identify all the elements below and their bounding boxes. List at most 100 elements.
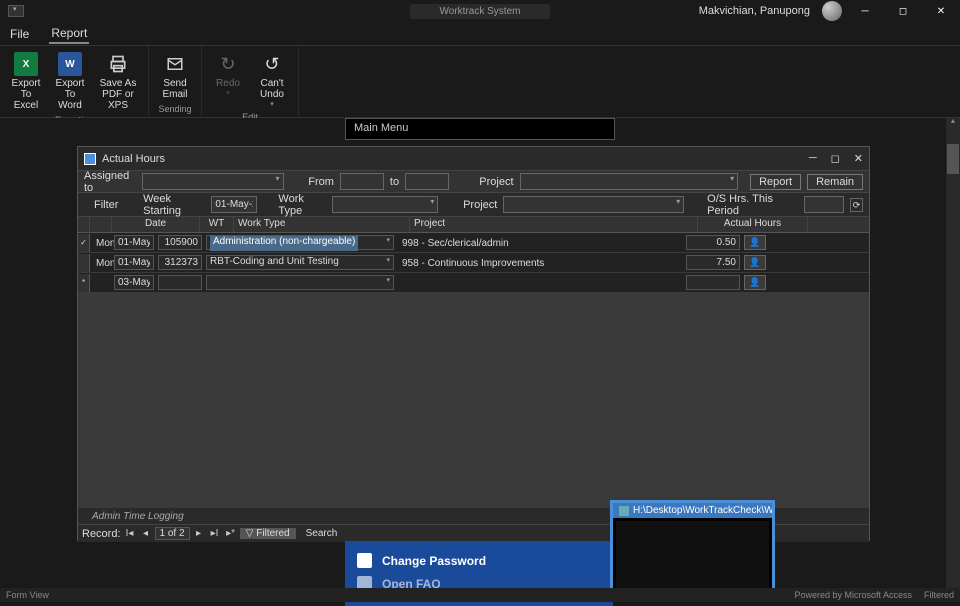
work-type-filter-combo[interactable] — [332, 196, 439, 213]
row-action-button[interactable]: 👤 — [744, 255, 766, 270]
assigned-to-label: Assigned to — [84, 170, 136, 194]
nav-prev-button[interactable]: ◂ — [139, 528, 153, 539]
nav-new-button[interactable]: ▸* — [224, 528, 238, 539]
redo-button: ↻ Redo ▾ — [208, 50, 248, 110]
send-email-button[interactable]: Send Email — [155, 50, 195, 102]
qat-customize[interactable] — [8, 5, 24, 17]
project-filter-label: Project — [463, 199, 497, 211]
from-label: From — [308, 176, 334, 188]
undo-icon: ↺ — [260, 52, 284, 76]
date-cell[interactable] — [114, 235, 154, 250]
col-date[interactable]: Date — [112, 217, 200, 232]
status-filtered: Filtered — [924, 590, 954, 600]
ribbon: X Export To Excel W Export To Word Save … — [0, 46, 960, 118]
week-starting-input[interactable] — [211, 196, 257, 213]
project-combo[interactable] — [520, 173, 739, 190]
username-label: Makvichian, Panupong — [699, 5, 810, 17]
assigned-to-combo[interactable] — [142, 173, 283, 190]
row-action-button[interactable]: 👤 — [744, 275, 766, 290]
menu-report[interactable]: Report — [49, 24, 89, 44]
app-icon — [619, 506, 629, 516]
grid-row[interactable]: ✓ Mon Administration (non-chargeable) 99… — [78, 233, 869, 253]
change-password-button[interactable]: Change Password — [357, 549, 601, 572]
checkbox-icon — [357, 553, 372, 568]
sub-close-button[interactable]: ✕ — [854, 152, 863, 165]
work-type-cell[interactable] — [206, 275, 394, 290]
hours-cell[interactable] — [686, 275, 740, 290]
close-button[interactable]: ✕ — [926, 1, 956, 21]
col-wt[interactable]: WT — [200, 217, 234, 232]
row-indicator — [78, 254, 90, 272]
workspace-scrollbar[interactable]: ▲ — [946, 118, 960, 602]
project-label: Project — [479, 176, 513, 188]
date-cell[interactable] — [114, 255, 154, 270]
avatar[interactable] — [822, 1, 842, 21]
to-label: to — [390, 176, 399, 188]
status-powered-by: Powered by Microsoft Access — [794, 590, 912, 600]
sub-minimize-button[interactable]: ─ — [809, 152, 817, 165]
minimize-button[interactable]: ─ — [850, 1, 880, 21]
from-input[interactable] — [340, 173, 384, 190]
maximize-button[interactable]: ◻ — [888, 1, 918, 21]
taskbar-preview[interactable]: H:\Desktop\WorkTrackCheck\W... — [610, 500, 775, 602]
nav-next-button[interactable]: ▸ — [192, 528, 206, 539]
refresh-icon[interactable]: ⟳ — [850, 198, 863, 212]
nav-position[interactable]: 1 of 2 — [155, 527, 190, 540]
grid-row-new[interactable]: * 👤 — [78, 273, 869, 293]
mail-icon — [163, 52, 187, 76]
remain-button[interactable]: Remain — [807, 174, 863, 190]
grid-row[interactable]: Mon RBT-Coding and Unit Testing 958 - Co… — [78, 253, 869, 273]
statusbar: Form View Powered by Microsoft Access Fi… — [0, 588, 960, 602]
os-hrs-input[interactable] — [804, 196, 844, 213]
grid-body: ✓ Mon Administration (non-chargeable) 99… — [78, 233, 869, 293]
hours-cell[interactable] — [686, 255, 740, 270]
menu-file[interactable]: File — [8, 25, 31, 43]
col-actual-hours[interactable]: Actual Hours — [698, 217, 808, 232]
report-button[interactable]: Report — [750, 174, 801, 190]
ribbon-group-sending: Sending — [158, 104, 191, 114]
hours-cell[interactable] — [686, 235, 740, 250]
app-title: Worktrack System — [410, 4, 551, 19]
undo-button[interactable]: ↺ Can't Undo ▾ — [252, 50, 292, 110]
wt-cell[interactable] — [158, 235, 202, 250]
nav-first-button[interactable]: I◂ — [123, 528, 137, 539]
row-indicator: * — [78, 274, 90, 292]
wt-cell[interactable] — [158, 275, 202, 290]
wt-cell[interactable] — [158, 255, 202, 270]
mdi-tab-main-menu[interactable]: Main Menu — [345, 118, 615, 140]
to-input[interactable] — [405, 173, 449, 190]
word-icon: W — [58, 52, 82, 76]
actual-hours-window: Actual Hours ─ ◻ ✕ Assigned to From to P… — [77, 146, 870, 541]
project-cell: 998 - Sec/clerical/admin — [398, 238, 513, 249]
menubar: File Report — [0, 22, 960, 46]
project-cell: 958 - Continuous Improvements — [398, 258, 548, 269]
work-type-cell[interactable]: Administration (non-chargeable) — [206, 235, 394, 250]
filter-label: Filter — [94, 199, 118, 211]
grid-empty-area — [78, 293, 869, 508]
os-hrs-label: O/S Hrs. This Period — [707, 193, 798, 217]
search-box[interactable]: Search — [306, 528, 338, 539]
sub-maximize-button[interactable]: ◻ — [831, 152, 840, 165]
workspace: Main Menu ▲ Actual Hours ─ ◻ ✕ Assigned … — [0, 118, 960, 602]
project-cell — [398, 278, 406, 289]
nav-last-button[interactable]: ▸I — [208, 528, 222, 539]
export-excel-button[interactable]: X Export To Excel — [6, 50, 46, 113]
subwindow-title: Actual Hours — [102, 153, 165, 165]
col-work-type[interactable]: Work Type — [234, 217, 410, 232]
record-label: Record: — [82, 528, 121, 540]
work-type-cell[interactable]: RBT-Coding and Unit Testing — [206, 255, 394, 270]
printer-icon — [106, 52, 130, 76]
export-word-button[interactable]: W Export To Word — [50, 50, 90, 113]
project-filter-combo[interactable] — [503, 196, 684, 213]
date-cell[interactable] — [114, 275, 154, 290]
subwindow-titlebar[interactable]: Actual Hours ─ ◻ ✕ — [78, 147, 869, 171]
col-project[interactable]: Project — [410, 217, 698, 232]
redo-icon: ↻ — [216, 52, 240, 76]
save-pdf-button[interactable]: Save As PDF or XPS — [94, 50, 142, 113]
titlebar: Worktrack System Makvichian, Panupong ─ … — [0, 0, 960, 22]
filtered-indicator[interactable]: ▽ Filtered — [240, 528, 296, 539]
status-view-mode: Form View — [6, 590, 49, 600]
excel-icon: X — [14, 52, 38, 76]
row-action-button[interactable]: 👤 — [744, 235, 766, 250]
week-starting-label: Week Starting — [143, 193, 205, 217]
